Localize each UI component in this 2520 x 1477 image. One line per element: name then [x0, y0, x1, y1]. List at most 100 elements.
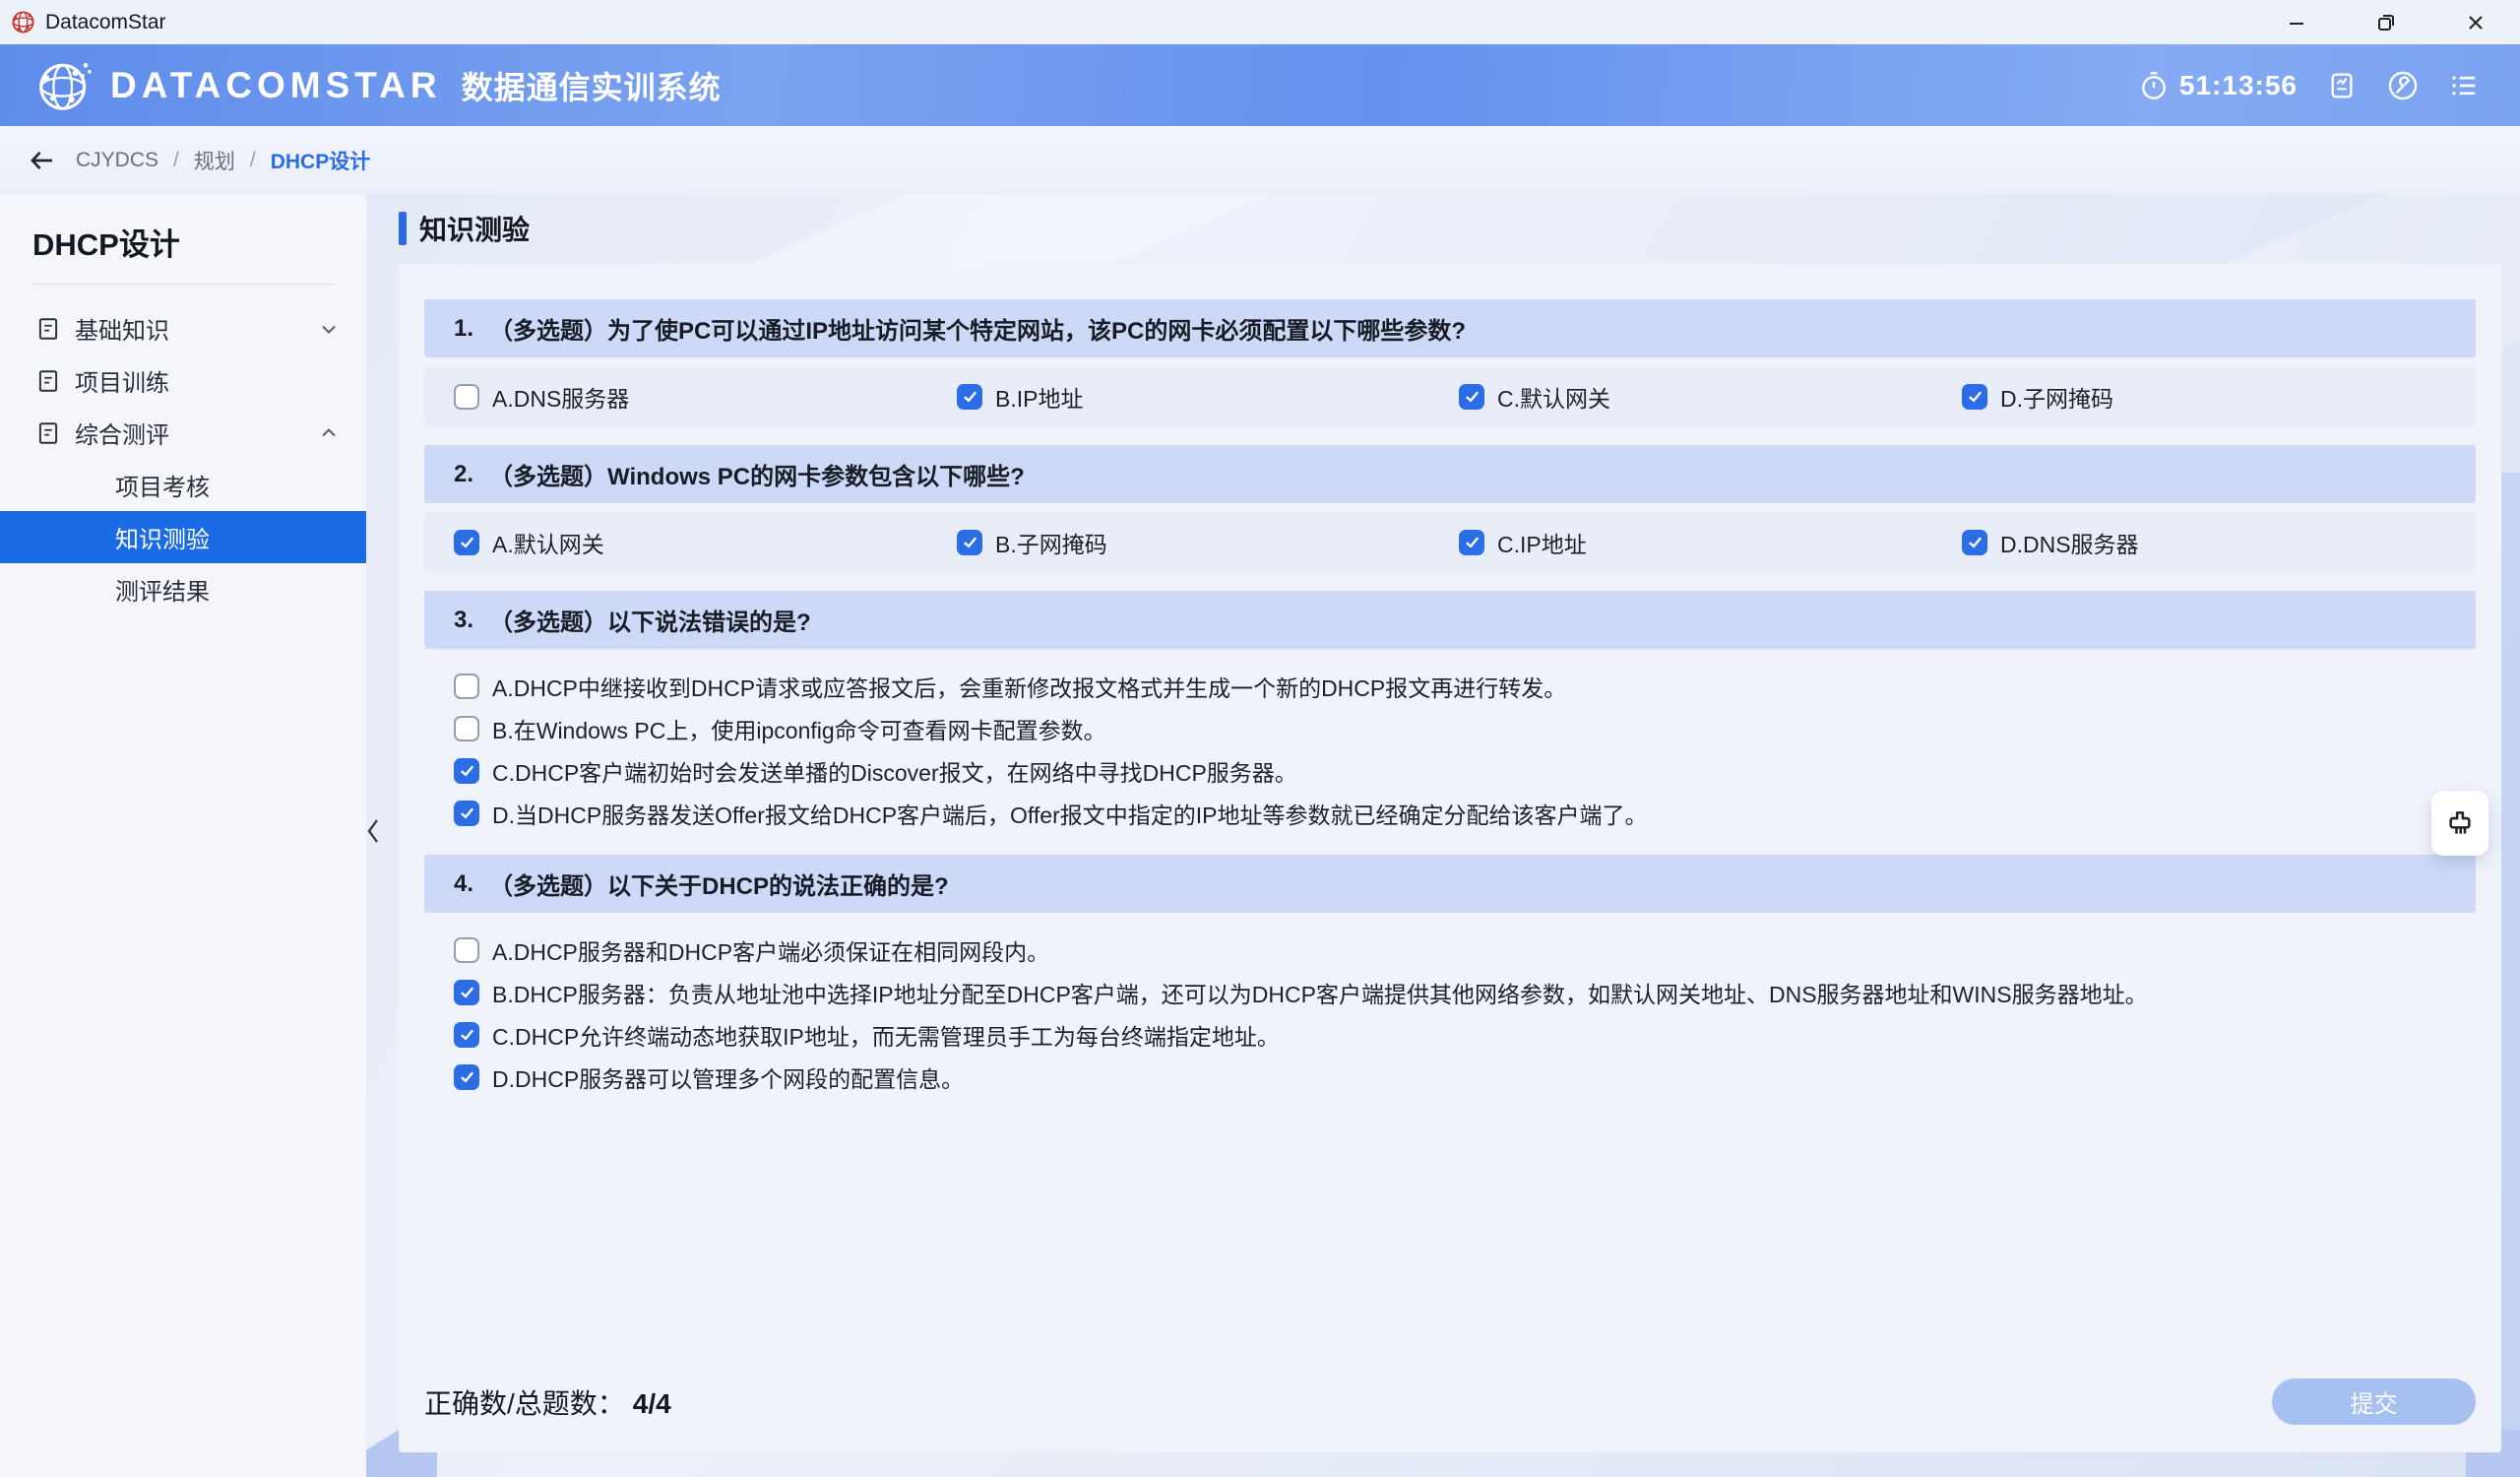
option[interactable]: A.DHCP中继接收到DHCP请求或应答报文后，会重新修改报文格式并生成一个新的…: [454, 665, 2476, 707]
sidebar-item-project-exam[interactable]: 项目考核: [0, 459, 366, 511]
question-header: 4. （多选题）以下关于DHCP的说法正确的是?: [424, 855, 2476, 913]
clear-annotations-button[interactable]: [2431, 791, 2488, 856]
checkbox[interactable]: [957, 384, 982, 410]
checkbox[interactable]: [454, 937, 479, 963]
option-label: A.DHCP服务器和DHCP客户端必须保证在相同网段内。: [492, 933, 1049, 967]
checkbox[interactable]: [454, 1064, 479, 1090]
option-label: C.默认网关: [1497, 380, 1610, 414]
tools-icon: [2386, 69, 2420, 102]
close-button[interactable]: [2430, 0, 2520, 44]
sidebar-item-project-training[interactable]: 项目训练: [0, 354, 366, 407]
system-name: 数据通信实训系统: [462, 63, 722, 108]
course-title: DHCP设计: [0, 194, 366, 264]
checkbox[interactable]: [454, 716, 479, 741]
option[interactable]: D.DHCP服务器可以管理多个网段的配置信息。: [454, 1056, 2476, 1098]
app-header: DATACOMSTAR 数据通信实训系统 51:13:56: [0, 44, 2520, 126]
checkbox-check-icon: [459, 804, 475, 821]
checkbox[interactable]: [1962, 384, 1987, 410]
sidebar-item-assessment-result[interactable]: 测评结果: [0, 563, 366, 615]
brush-icon: [2443, 806, 2477, 840]
checkbox-check-icon: [459, 984, 475, 1000]
option[interactable]: B.子网掩码: [957, 526, 1459, 559]
checkbox-check-icon: [459, 534, 475, 550]
close-icon: [2464, 11, 2488, 34]
option-label: A.默认网关: [492, 526, 604, 559]
checkbox[interactable]: [1459, 384, 1484, 410]
network-globe-icon: [10, 9, 36, 35]
checkbox-check-icon: [459, 762, 475, 779]
report-button[interactable]: [2325, 69, 2359, 102]
option-label: D.DNS服务器: [2000, 526, 2139, 559]
submit-button[interactable]: 提交: [2272, 1379, 2476, 1425]
titlebar-app-identity: DatacomStar: [0, 9, 166, 35]
checkbox-check-icon: [962, 388, 978, 405]
quiz-footer: 正确数/总题数：4/4 提交: [424, 1379, 2476, 1425]
breadcrumb-item[interactable]: CJYDCS: [76, 149, 158, 172]
checkbox[interactable]: [957, 530, 982, 555]
sidebar-subitem-label: 知识测验: [115, 520, 210, 554]
question-header: 3. （多选题）以下说法错误的是?: [424, 591, 2476, 649]
menu-button[interactable]: [2447, 69, 2481, 102]
sidebar-item-knowledge-test[interactable]: 知识测验: [0, 511, 366, 563]
chevron-down-icon: [317, 317, 341, 341]
checkbox-check-icon: [1464, 388, 1480, 405]
breadcrumb-separator: /: [250, 149, 256, 172]
checkbox-check-icon: [1967, 534, 1984, 550]
question-number: 4.: [454, 870, 473, 898]
breadcrumb: CJYDCS / 规划 / DHCP设计: [0, 126, 2520, 194]
breadcrumb-item[interactable]: 规划: [194, 146, 235, 175]
option[interactable]: A.默认网关: [454, 526, 957, 559]
question-header: 2. （多选题）Windows PC的网卡参数包含以下哪些?: [424, 445, 2476, 503]
sidebar-subitem-label: 测评结果: [115, 572, 210, 607]
option[interactable]: A.DHCP服务器和DHCP客户端必须保证在相同网段内。: [454, 929, 2476, 971]
option[interactable]: D.子网掩码: [1962, 380, 2446, 414]
report-icon: [2326, 70, 2358, 101]
question-header: 1. （多选题）为了使PC可以通过IP地址访问某个特定网站，该PC的网卡必须配置…: [424, 299, 2476, 357]
window-controls: [2251, 0, 2520, 44]
doc-icon: [35, 420, 61, 446]
question-options: A.DNS服务器 B.IP地址 C.默认网关 D.子网掩码: [424, 366, 2476, 426]
sidebar-collapse-handle[interactable]: [360, 809, 386, 853]
checkbox-check-icon: [1464, 534, 1480, 550]
question-type: （多选题）: [489, 311, 607, 346]
option[interactable]: C.默认网关: [1459, 380, 1962, 414]
back-button[interactable]: [28, 146, 57, 175]
exam-timer: 51:13:56: [2138, 70, 2298, 101]
timer-value: 51:13:56: [2179, 70, 2298, 101]
option[interactable]: D.DNS服务器: [1962, 526, 2446, 559]
option[interactable]: C.DHCP客户端初始时会发送单播的Discover报文，在网络中寻找DHCP服…: [454, 749, 2476, 792]
checkbox[interactable]: [1459, 530, 1484, 555]
sidebar-menu: 基础知识 项目训练 综合测评: [0, 302, 366, 615]
stopwatch-icon: [2138, 70, 2170, 101]
checkbox[interactable]: [454, 801, 479, 826]
option[interactable]: A.DNS服务器: [454, 380, 957, 414]
sidebar-item-comprehensive-assessment[interactable]: 综合测评: [0, 407, 366, 459]
question-options: A.DHCP服务器和DHCP客户端必须保证在相同网段内。 B.DHCP服务器：负…: [424, 929, 2476, 1098]
restore-button[interactable]: [2341, 0, 2430, 44]
question-options: A.默认网关 B.子网掩码 C.IP地址 D.DNS服务器: [424, 512, 2476, 572]
option[interactable]: D.当DHCP服务器发送Offer报文给DHCP客户端后，Offer报文中指定的…: [454, 792, 2476, 834]
checkbox[interactable]: [454, 1022, 479, 1048]
checkbox[interactable]: [454, 674, 479, 699]
minimize-button[interactable]: [2251, 0, 2341, 44]
checkbox[interactable]: [454, 384, 479, 410]
score-summary: 正确数/总题数：4/4: [424, 1382, 671, 1422]
option[interactable]: B.IP地址: [957, 380, 1459, 414]
option[interactable]: C.IP地址: [1459, 526, 1962, 559]
checkbox-check-icon: [962, 534, 978, 550]
minimize-icon: [2285, 11, 2308, 34]
checkbox[interactable]: [454, 758, 479, 784]
option[interactable]: B.在Windows PC上，使用ipconfig命令可查看网卡配置参数。: [454, 707, 2476, 749]
option[interactable]: C.DHCP允许终端动态地获取IP地址，而无需管理员手工为每台终端指定地址。: [454, 1013, 2476, 1056]
option[interactable]: B.DHCP服务器：负责从地址池中选择IP地址分配至DHCP客户端，还可以为DH…: [454, 971, 2476, 1013]
question-type: （多选题）: [489, 867, 607, 901]
breadcrumb-separator: /: [173, 149, 179, 172]
sidebar: DHCP设计 基础知识 项目训练: [0, 194, 366, 1477]
checkbox[interactable]: [1962, 530, 1987, 555]
question-text: 以下说法错误的是?: [607, 603, 811, 637]
checkbox[interactable]: [454, 530, 479, 555]
checkbox[interactable]: [454, 980, 479, 1005]
tools-button[interactable]: [2386, 69, 2420, 102]
sidebar-item-basic-knowledge[interactable]: 基础知识: [0, 302, 366, 354]
checkbox-check-icon: [459, 1026, 475, 1043]
